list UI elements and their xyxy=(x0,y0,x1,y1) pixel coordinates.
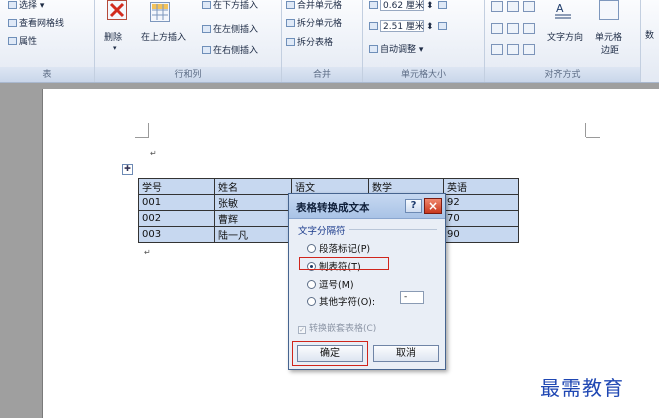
group-table: 选择 ▾ 查看网格线 属性 表 xyxy=(0,0,95,82)
page-corner-mark-left-h xyxy=(135,137,149,138)
align-bottom-center-icon[interactable] xyxy=(507,44,519,55)
height-spinner-icon[interactable]: ⬍ xyxy=(426,1,434,11)
table-cell[interactable]: 003 xyxy=(138,226,215,243)
group-label-alignment: 对齐方式 xyxy=(544,70,581,80)
insert-below-button[interactable]: 在下方插入 xyxy=(202,0,258,11)
width-spinner-icon[interactable]: ⬍ xyxy=(426,22,434,32)
table-cell[interactable]: 陆一凡 xyxy=(214,226,292,243)
highlight-tab-option xyxy=(299,257,389,270)
svg-text:A: A xyxy=(556,2,564,15)
group-label-cell-size: 单元格大小 xyxy=(400,70,446,80)
align-bottom-right-icon[interactable] xyxy=(523,44,535,55)
group-label-table: 表 xyxy=(42,70,52,80)
paragraph-mark-icon: ↵ xyxy=(144,248,151,257)
distribute-rows-icon[interactable] xyxy=(437,0,447,9)
autofit-button[interactable]: 自动调整 ▾ xyxy=(369,42,423,55)
table-cell[interactable]: 002 xyxy=(138,210,215,227)
cell-margins-icon xyxy=(599,0,619,20)
view-gridlines-button[interactable]: 查看网格线 xyxy=(8,16,64,29)
properties-icon xyxy=(8,37,17,45)
distribute-columns-icon[interactable] xyxy=(437,21,447,30)
align-middle-center-icon[interactable] xyxy=(507,23,519,34)
row-height-field[interactable]: 0.62 厘米 ⬍ xyxy=(369,0,449,11)
radio-icon xyxy=(307,244,316,253)
dialog-title-bar[interactable]: 表格转换成文本 ? × xyxy=(289,194,445,219)
radio-paragraph-mark[interactable]: 段落标记(P) xyxy=(307,241,370,255)
table-cell[interactable]: 曹辉 xyxy=(214,210,292,227)
text-direction-icon: A xyxy=(553,0,573,20)
data-group-partial[interactable]: 数 xyxy=(645,28,654,41)
table-cell[interactable]: 学号 xyxy=(138,178,215,195)
text-direction-button[interactable]: 文字方向 xyxy=(547,30,583,43)
split-cells-button[interactable]: 拆分单元格 xyxy=(286,16,342,29)
table-cell[interactable]: 001 xyxy=(138,194,215,211)
insert-left-button[interactable]: 在左侧插入 xyxy=(202,22,258,35)
help-icon[interactable]: ? xyxy=(405,199,422,213)
table-move-handle-icon[interactable]: ✚ xyxy=(122,164,133,175)
nested-table-checkbox: ✓ 转换嵌套表格(C) xyxy=(298,324,377,334)
group-rows-columns: 删除 ▾ 在上方插入 在下方插入 在左侧插入 在右侧插入 ↘ 行和列 xyxy=(95,0,282,82)
radio-icon xyxy=(307,297,316,306)
insert-above-button[interactable]: 在上方插入 xyxy=(141,30,186,43)
page-corner-mark-right-h xyxy=(586,137,600,138)
close-icon[interactable]: × xyxy=(424,198,442,214)
row-height-icon xyxy=(369,0,378,9)
split-cells-icon xyxy=(286,19,295,27)
split-table-icon xyxy=(286,38,295,46)
gridlines-icon xyxy=(8,19,17,27)
dialog-title: 表格转换成文本 xyxy=(296,202,370,214)
align-bottom-left-icon[interactable] xyxy=(491,44,503,55)
insert-left-icon xyxy=(202,25,211,33)
insert-above-icon xyxy=(150,2,170,22)
ribbon: 选择 ▾ 查看网格线 属性 表 删除 ▾ 在上方插入 在下方插入 在左侧插入 在… xyxy=(0,0,659,83)
separator-legend: 文字分隔符 xyxy=(298,226,346,237)
delete-button[interactable]: 删除 xyxy=(104,30,122,43)
group-label-rows-columns: 行和列 xyxy=(174,70,202,80)
insert-right-button[interactable]: 在右侧插入 xyxy=(202,43,258,56)
radio-icon xyxy=(307,280,316,289)
page-corner-mark-right xyxy=(585,123,586,137)
table-cell[interactable]: 70 xyxy=(443,210,519,227)
select-menu[interactable]: 选择 ▾ xyxy=(8,0,44,11)
ok-button[interactable]: 确定 xyxy=(297,345,363,362)
delete-dropdown-icon[interactable]: ▾ xyxy=(113,44,117,52)
radio-other-char[interactable]: 其他字符(O): xyxy=(307,294,375,308)
convert-table-to-text-dialog: 表格转换成文本 ? × 文字分隔符 段落标记(P) 制表符(T) 逗号(M) 其… xyxy=(288,193,446,370)
align-middle-left-icon[interactable] xyxy=(491,23,503,34)
group-label-merge: 合并 xyxy=(312,70,331,80)
cell-margins-button-line2[interactable]: 边距 xyxy=(601,43,619,56)
merge-cells-button[interactable]: 合并单元格 xyxy=(286,0,342,11)
checkbox-icon: ✓ xyxy=(298,326,306,334)
group-alignment: A 文字方向 单元格 边距 对齐方式 xyxy=(485,0,641,82)
table-cell[interactable]: 姓名 xyxy=(214,178,292,195)
align-middle-right-icon[interactable] xyxy=(523,23,535,34)
align-top-right-icon[interactable] xyxy=(523,1,535,12)
split-table-button[interactable]: 拆分表格 xyxy=(286,35,333,48)
table-cell[interactable]: 90 xyxy=(443,226,519,243)
properties-button[interactable]: 属性 xyxy=(8,34,37,47)
group-cell-size: 0.62 厘米⬍ 2.51 厘米⬍ 自动调整 ▾ ↘ 单元格大小 xyxy=(363,0,485,82)
page-corner-mark-left xyxy=(148,123,149,137)
cell-margins-button[interactable]: 单元格 xyxy=(595,30,622,43)
merge-cells-icon xyxy=(286,1,295,9)
table-cell[interactable]: 92 xyxy=(443,194,519,211)
radio-comma[interactable]: 逗号(M) xyxy=(307,277,354,291)
watermark: 最需教育 xyxy=(540,376,624,400)
group-merge: 合并单元格 拆分单元格 拆分表格 合并 xyxy=(282,0,363,82)
column-width-icon xyxy=(369,21,378,30)
separator-divider xyxy=(349,229,437,230)
column-width-field[interactable]: 2.51 厘米 ⬍ xyxy=(369,20,449,32)
autofit-icon xyxy=(369,45,378,53)
table-cell[interactable]: 张敏 xyxy=(214,194,292,211)
other-char-input[interactable]: - xyxy=(400,291,424,304)
paragraph-mark-icon: ↵ xyxy=(150,149,157,158)
select-icon xyxy=(8,1,17,9)
insert-below-icon xyxy=(202,1,211,9)
insert-right-icon xyxy=(202,46,211,54)
align-top-center-icon[interactable] xyxy=(507,1,519,12)
align-top-left-icon[interactable] xyxy=(491,1,503,12)
table-cell[interactable]: 英语 xyxy=(443,178,519,195)
cancel-button[interactable]: 取消 xyxy=(373,345,439,362)
delete-icon xyxy=(107,0,127,20)
